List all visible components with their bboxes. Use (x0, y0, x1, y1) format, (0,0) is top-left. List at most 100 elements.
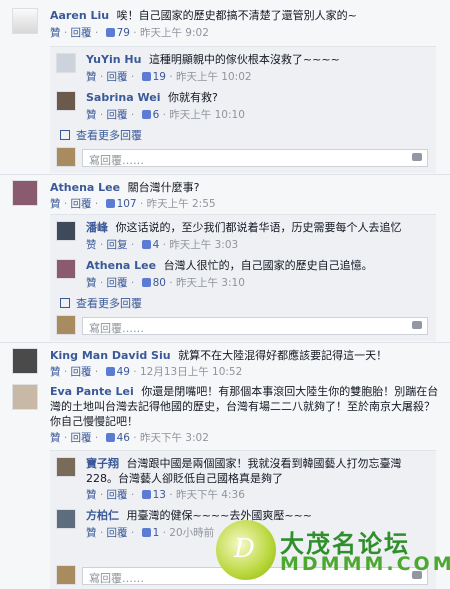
reply-athena: Athena Lee 台灣人很忙的，自己國家的歷史自己追憶。 贊 · 回覆 · … (50, 257, 436, 293)
comment-text: 你就有救? (167, 91, 218, 104)
avatar[interactable] (56, 509, 76, 529)
site-watermark: 大茂名论坛 MDMMM.COM (216, 520, 450, 580)
avatar[interactable] (56, 91, 76, 111)
reply-arrow-icon (60, 298, 70, 308)
comment-text: 唉！自己國家的歷史都搞不清楚了還管別人家的~ (116, 9, 357, 22)
comment-text: 這種明顯親中的傢伙根本沒救了~~~~ (148, 53, 340, 66)
like-count[interactable]: 80 (153, 277, 166, 289)
timestamp[interactable]: 20小時前 (169, 527, 214, 539)
like-link[interactable]: 贊 (50, 27, 61, 39)
like-count[interactable]: 46 (117, 432, 130, 444)
author-name[interactable]: Sabrina Wei (86, 91, 160, 104)
reply-link[interactable]: 回复 (107, 239, 128, 251)
like-link[interactable]: 贊 (86, 109, 97, 121)
author-name[interactable]: Athena Lee (86, 259, 156, 272)
comment-meta: 贊 · 回覆 · 13 · 昨天下午 4:36 (86, 489, 245, 501)
comment-meta: 贊 · 回覆 · 46 · 昨天下午 3:02 (50, 432, 209, 444)
like-link[interactable]: 贊 (50, 432, 61, 444)
reply-baozixiang: 寶子翔 台灣跟中國是兩個國家！我就沒看到韓國藝人打勿忘臺灣228。台灣藝人卻貶低… (50, 455, 436, 503)
like-link[interactable]: 贊 (86, 277, 97, 289)
reply-link[interactable]: 回覆 (107, 277, 128, 289)
reply-input[interactable]: 寫回覆…… (82, 317, 428, 335)
reply-thread-2: 潘峰 你这话说的，至少我们都说着华语，历史需要每个人去追忆 赞 · 回复 · 4… (50, 214, 436, 341)
like-count[interactable]: 107 (117, 198, 137, 210)
author-name[interactable]: King Man David Siu (50, 349, 171, 362)
reply-link[interactable]: 回覆 (107, 527, 128, 539)
author-name[interactable]: YuYin Hu (86, 53, 141, 66)
like-link[interactable]: 贊 (86, 527, 97, 539)
like-count[interactable]: 49 (117, 366, 130, 378)
reply-link[interactable]: 回覆 (107, 71, 128, 83)
thumbs-up-icon (141, 490, 151, 499)
timestamp[interactable]: 昨天上午 10:02 (176, 71, 252, 83)
comment-meta: 贊 · 回覆 · 80 · 昨天上午 3:10 (86, 277, 245, 289)
reply-link[interactable]: 回覆 (107, 489, 128, 501)
author-name[interactable]: Eva Pante Lei (50, 385, 134, 398)
reply-thread-1: YuYin Hu 這種明顯親中的傢伙根本沒救了~~~~ 贊 · 回覆 · 19 … (50, 46, 436, 173)
comment-meta: 贊 · 回覆 · 6 · 昨天上午 10:10 (86, 109, 245, 121)
view-more-replies[interactable]: 查看更多回覆 (60, 127, 142, 143)
reply-panfeng: 潘峰 你这话说的，至少我们都说着华语，历史需要每个人去追忆 赞 · 回复 · 4… (50, 219, 436, 255)
logo-emblem (216, 520, 276, 580)
current-user-avatar (56, 315, 76, 335)
like-link[interactable]: 赞 (86, 239, 97, 251)
comment-meta: 贊 · 回覆 · 19 · 昨天上午 10:02 (86, 71, 252, 83)
reply-link[interactable]: 回覆 (71, 27, 92, 39)
avatar[interactable] (12, 8, 38, 34)
like-count[interactable]: 4 (153, 239, 160, 251)
thumbs-up-icon (141, 72, 151, 81)
like-count[interactable]: 79 (117, 27, 130, 39)
comment-meta: 贊 · 回覆 · 49 · 12月13日上午 10:52 (50, 366, 243, 378)
thumbs-up-icon (141, 278, 151, 287)
reply-link[interactable]: 回覆 (107, 109, 128, 121)
like-count[interactable]: 19 (153, 71, 166, 83)
avatar[interactable] (56, 457, 76, 477)
timestamp[interactable]: 昨天上午 10:10 (169, 109, 245, 121)
timestamp[interactable]: 昨天上午 9:02 (140, 27, 209, 39)
reply-link[interactable]: 回覆 (71, 432, 92, 444)
timestamp[interactable]: 昨天上午 3:10 (176, 277, 245, 289)
camera-icon[interactable] (412, 153, 422, 161)
thumbs-up-icon (105, 367, 115, 376)
avatar[interactable] (12, 348, 38, 374)
reply-arrow-icon (60, 130, 70, 140)
author-name[interactable]: Aaren Liu (50, 9, 109, 22)
reply-link[interactable]: 回覆 (71, 366, 92, 378)
comment-aaren: Aaren Liu 唉！自己國家的歷史都搞不清楚了還管別人家的~ 贊 · 回覆 … (6, 6, 446, 46)
comment-athena: Athena Lee 關台灣什麼事? 贊 · 回覆 · 107 · 昨天上午 2… (6, 178, 446, 214)
like-link[interactable]: 贊 (86, 71, 97, 83)
like-count[interactable]: 6 (153, 109, 160, 121)
timestamp[interactable]: 昨天下午 3:02 (140, 432, 209, 444)
reply-input[interactable]: 寫回覆…… (82, 149, 428, 167)
comment-meta: 贊 · 回覆 · 1 · 20小時前 (86, 527, 215, 539)
like-link[interactable]: 贊 (50, 198, 61, 210)
watermark-subtitle: MDMMM.COM (280, 553, 450, 575)
thumbs-up-icon (141, 240, 151, 249)
avatar[interactable] (56, 259, 76, 279)
comment-text: 你这话说的，至少我们都说着华语，历史需要每个人去追忆 (115, 221, 402, 234)
like-count[interactable]: 1 (153, 527, 160, 539)
avatar[interactable] (12, 384, 38, 410)
avatar[interactable] (12, 180, 38, 206)
camera-icon[interactable] (412, 321, 422, 329)
author-name[interactable]: 方柏仁 (86, 509, 119, 522)
thumbs-up-icon (105, 28, 115, 37)
like-link[interactable]: 贊 (50, 366, 61, 378)
view-more-replies[interactable]: 查看更多回覆 (60, 295, 142, 311)
comment-meta: 贊 · 回覆 · 107 · 昨天上午 2:55 (50, 198, 216, 210)
avatar[interactable] (56, 221, 76, 241)
reply-link[interactable]: 回覆 (71, 198, 92, 210)
timestamp[interactable]: 12月13日上午 10:52 (140, 366, 242, 378)
like-link[interactable]: 贊 (86, 489, 97, 501)
author-name[interactable]: 潘峰 (86, 221, 108, 234)
comment-meta: 赞 · 回复 · 4 · 昨天上午 3:03 (86, 239, 239, 251)
timestamp[interactable]: 昨天下午 4:36 (176, 489, 245, 501)
timestamp[interactable]: 昨天上午 2:55 (147, 198, 216, 210)
like-count[interactable]: 13 (153, 489, 166, 501)
author-name[interactable]: 寶子翔 (86, 457, 119, 470)
reply-sabrina: Sabrina Wei 你就有救? 贊 · 回覆 · 6 · 昨天上午 10:1… (50, 89, 436, 125)
timestamp[interactable]: 昨天上午 3:03 (169, 239, 238, 251)
thumbs-up-icon (105, 433, 115, 442)
author-name[interactable]: Athena Lee (50, 181, 120, 194)
avatar[interactable] (56, 53, 76, 73)
